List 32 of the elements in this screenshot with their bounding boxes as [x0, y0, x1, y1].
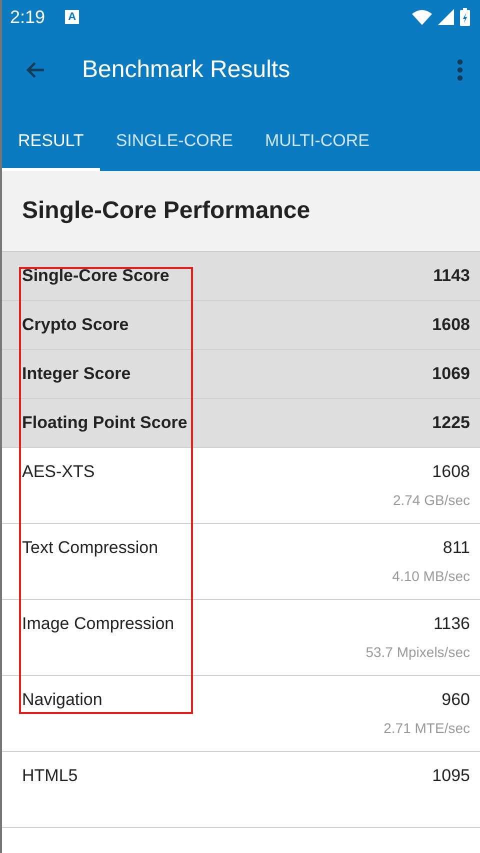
- test-score: 1608: [432, 462, 470, 482]
- test-name: HTML5: [22, 766, 78, 787]
- test-rate: 53.7 Mpixels/sec: [366, 644, 470, 660]
- status-time: 2:19: [10, 6, 46, 28]
- test-name: Text Compression: [22, 538, 158, 559]
- test-name: Image Compression: [22, 614, 174, 635]
- test-rate: 4.10 MB/sec: [392, 568, 470, 584]
- notification-icon: A: [65, 10, 80, 24]
- score-value: 1143: [433, 266, 470, 286]
- score-name: Integer Score: [22, 364, 131, 384]
- signal-icon: [438, 9, 454, 25]
- score-name: Single-Core Score: [22, 266, 170, 286]
- test-name: AES-XTS: [22, 462, 95, 483]
- test-score: 1095: [432, 766, 470, 786]
- score-name: Crypto Score: [22, 315, 129, 335]
- score-value: 1069: [432, 364, 470, 384]
- battery-icon: [460, 8, 470, 26]
- score-value: 1225: [432, 413, 470, 433]
- tab[interactable]: MULTI-CORE: [248, 105, 386, 171]
- score-value: 1608: [432, 315, 470, 335]
- app-title: Benchmark Results: [82, 56, 292, 84]
- test-score: 960: [442, 690, 470, 710]
- wifi-icon: [412, 9, 432, 25]
- test-score: 811: [442, 538, 470, 558]
- score-name: Floating Point Score: [22, 413, 188, 433]
- more-options-icon[interactable]: [456, 58, 464, 82]
- test-name: Navigation: [22, 690, 102, 711]
- tab[interactable]: SINGLE-CORE: [100, 105, 249, 171]
- test-rate: 2.74 GB/sec: [392, 492, 470, 508]
- test-rate: 2.71 MTE/sec: [384, 720, 470, 736]
- test-score: 1136: [433, 614, 470, 634]
- section-title: Single-Core Performance: [22, 197, 310, 225]
